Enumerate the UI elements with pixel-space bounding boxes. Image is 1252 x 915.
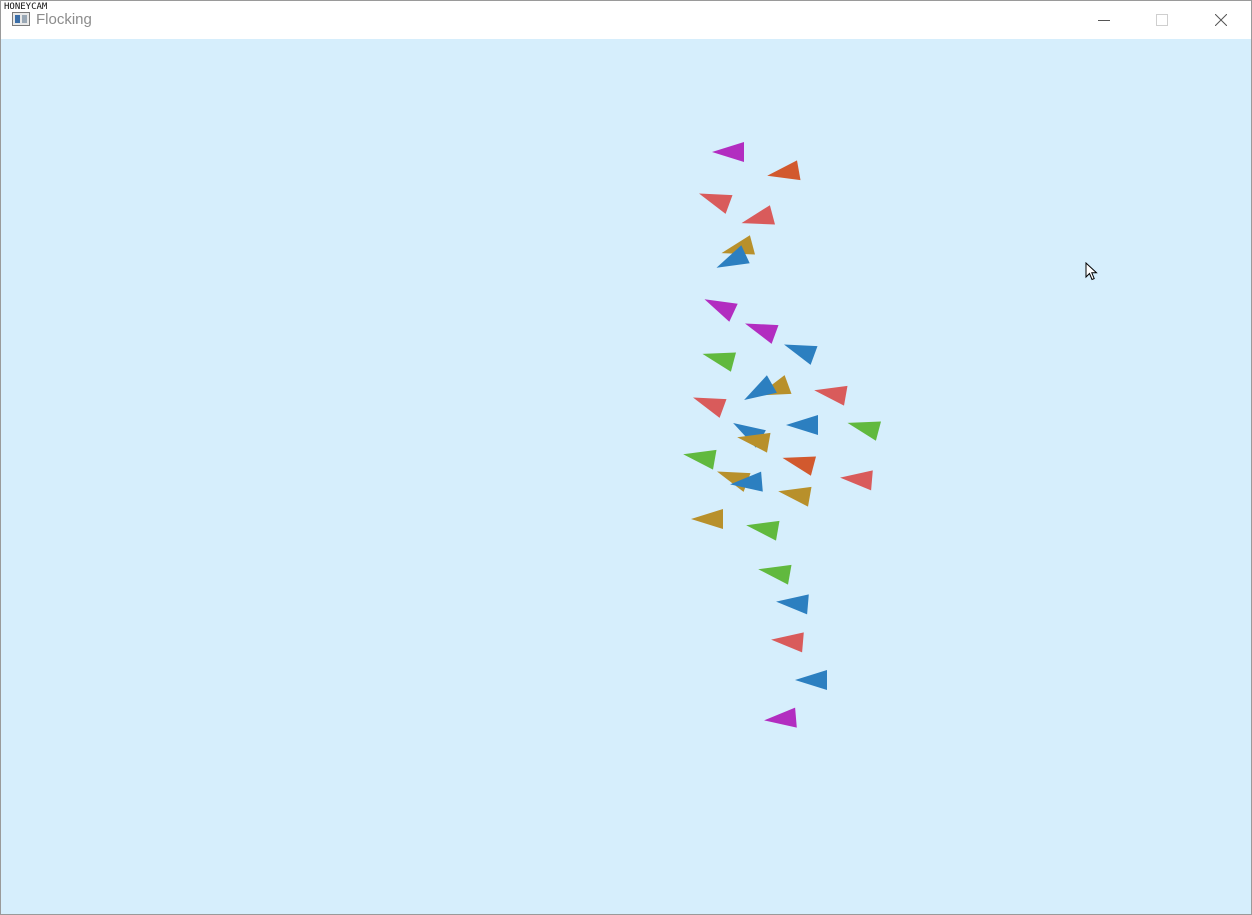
boid-9 (784, 344, 818, 365)
boid-2 (767, 160, 801, 181)
boid-25 (691, 509, 723, 529)
simulation-canvas[interactable] (1, 39, 1251, 914)
maximize-button[interactable] (1133, 1, 1191, 39)
app-window: HONEYCAM Flocking (0, 0, 1252, 915)
boid-7 (704, 299, 738, 322)
minimize-icon (1098, 20, 1110, 21)
boid-26 (746, 520, 780, 541)
boid-10 (702, 352, 736, 372)
boid-16 (847, 421, 881, 441)
boid-18 (737, 432, 771, 453)
mouse-cursor-icon (1085, 262, 1098, 281)
boid-28 (776, 594, 809, 615)
boid-1 (712, 142, 744, 162)
boid-20 (782, 456, 816, 476)
boid-8 (745, 323, 779, 344)
boid-15 (786, 415, 818, 435)
boid-31 (764, 707, 797, 728)
boid-24 (778, 486, 812, 507)
close-icon (1215, 14, 1227, 26)
minimize-button[interactable] (1075, 1, 1133, 39)
boid-14 (693, 397, 727, 418)
title-bar[interactable]: HONEYCAM Flocking (1, 1, 1251, 39)
app-icon (12, 12, 30, 26)
close-button[interactable] (1192, 1, 1250, 39)
window-title: Flocking (36, 11, 92, 28)
maximize-icon (1156, 14, 1168, 26)
boid-19 (683, 449, 717, 470)
boid-4 (741, 205, 775, 225)
boid-27 (758, 564, 792, 585)
boid-29 (771, 632, 804, 653)
boid-12 (744, 375, 777, 400)
boid-13 (814, 385, 848, 406)
boid-3 (699, 193, 733, 214)
boid-23 (840, 470, 873, 491)
boid-layer (683, 142, 881, 728)
boid-30 (795, 670, 827, 690)
